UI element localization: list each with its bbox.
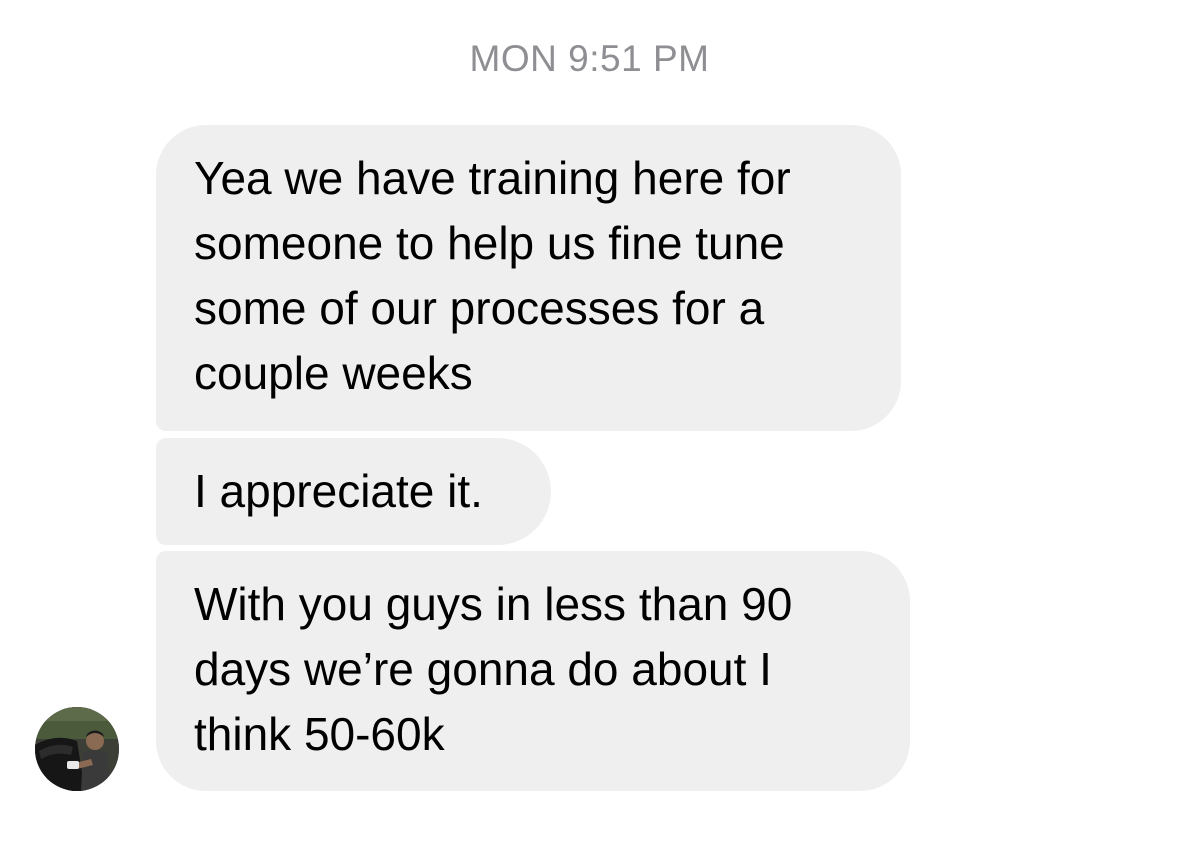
- contact-avatar[interactable]: [35, 707, 119, 791]
- message-text-line: some of our processes for a: [194, 282, 765, 334]
- message-text-line: I appreciate it.: [194, 465, 483, 517]
- message-text-line: couple weeks: [194, 347, 473, 399]
- message-text-line: days we’re gonna do about I: [194, 643, 772, 695]
- message-text-line: Yea we have training here for: [194, 152, 791, 204]
- message-bubble[interactable]: Yea we have training here for someone to…: [156, 125, 901, 431]
- message-timestamp: MON 9:51 PM: [469, 38, 710, 79]
- message-text-line: With you guys in less than 90: [194, 578, 793, 630]
- message-bubble[interactable]: With you guys in less than 90 days we’re…: [156, 551, 910, 791]
- message-text-line: think 50-60k: [194, 708, 445, 760]
- contact-avatar-photo-icon: [35, 707, 119, 791]
- message-text-line: someone to help us fine tune: [194, 217, 785, 269]
- message-bubble[interactable]: I appreciate it.: [156, 438, 551, 545]
